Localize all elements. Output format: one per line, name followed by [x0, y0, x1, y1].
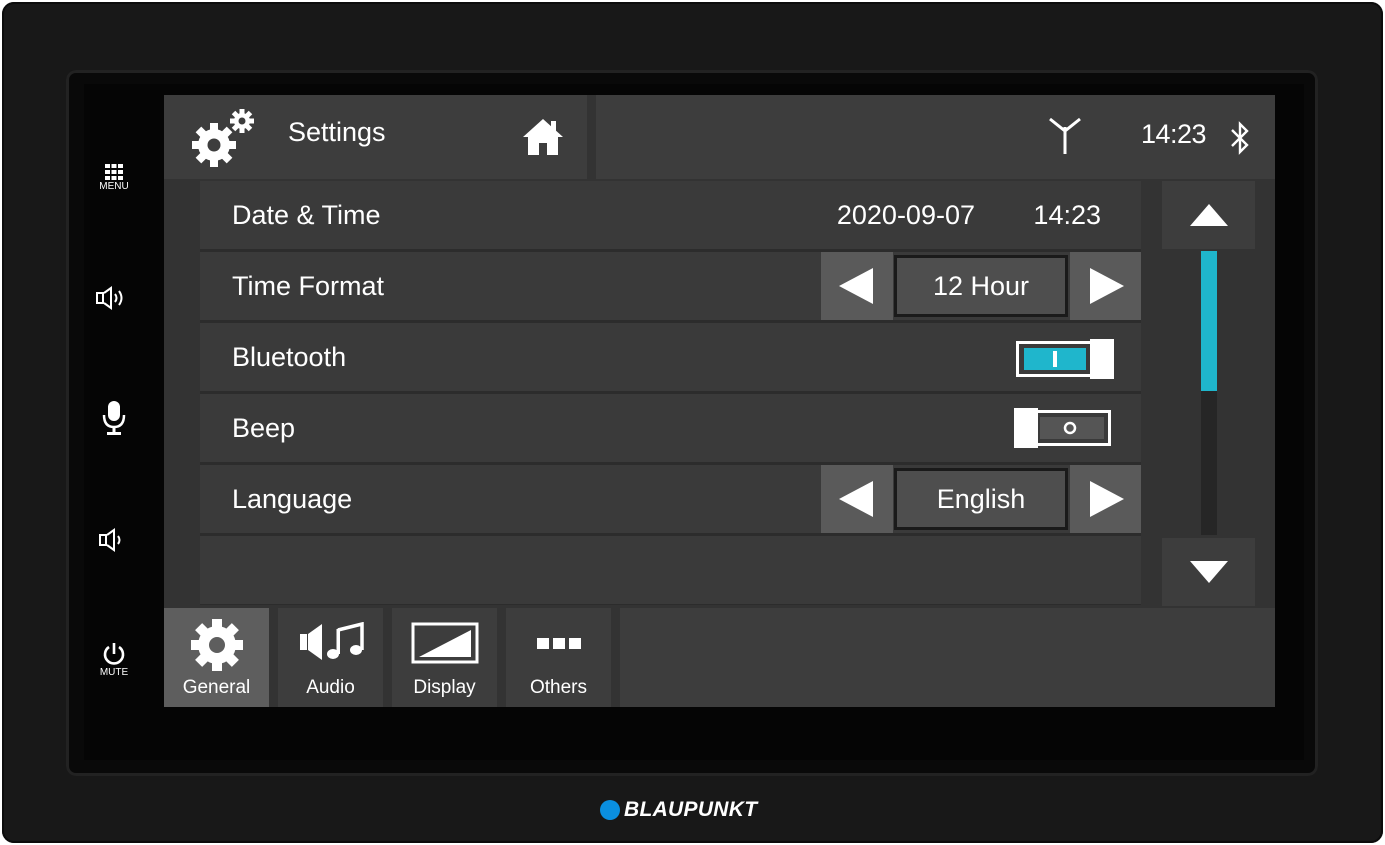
tab-others[interactable]: Others: [506, 608, 611, 707]
scrollbar-thumb[interactable]: [1201, 251, 1217, 391]
header-title-bar: Settings: [164, 95, 587, 179]
language-prev-button[interactable]: [821, 465, 893, 533]
brand-name: BLAUPUNKT: [624, 798, 758, 821]
display-icon: [411, 622, 478, 664]
time-format-value: 12 Hour: [894, 255, 1068, 317]
power-icon: [103, 643, 125, 665]
volume-down-button[interactable]: [88, 510, 140, 570]
volume-up-button[interactable]: [88, 268, 140, 328]
microphone-icon: [102, 401, 126, 435]
grid-icon: [105, 164, 123, 180]
clock: 14:23: [1141, 119, 1207, 149]
tab-audio-label: Audio: [306, 677, 355, 698]
head-unit-screen: Settings 14:23 Date & Time 2020-09-07 14…: [164, 95, 1275, 707]
language-next-button[interactable]: [1070, 465, 1141, 533]
brand-logo: BLAUPUNKT: [600, 798, 757, 822]
settings-gears-icon: [192, 109, 254, 167]
triangle-left-icon: [839, 481, 873, 517]
bluetooth-label: Bluetooth: [232, 341, 347, 372]
antenna-icon: [1049, 117, 1081, 154]
gear-icon: [190, 619, 243, 671]
mute-button[interactable]: MUTE: [88, 630, 140, 690]
time-format-next-button[interactable]: [1070, 252, 1141, 320]
tab-audio[interactable]: Audio: [278, 608, 383, 707]
date-time-label: Date & Time: [232, 199, 381, 230]
triangle-down-icon: [1189, 561, 1228, 583]
voice-button[interactable]: [88, 388, 140, 448]
menu-button[interactable]: MENU: [88, 148, 140, 208]
settings-list: Date & Time 2020-09-07 14:23 Time Format…: [200, 181, 1141, 605]
menu-label: MENU: [99, 181, 129, 192]
row-time-format: Time Format 12 Hour: [200, 252, 1141, 320]
row-date-time[interactable]: Date & Time 2020-09-07 14:23: [200, 181, 1141, 249]
triangle-up-icon: [1189, 204, 1228, 226]
tab-display[interactable]: Display: [392, 608, 497, 707]
time-value: 14:23: [1033, 199, 1101, 230]
brand-dot-icon: [600, 800, 620, 820]
triangle-left-icon: [839, 268, 873, 304]
volume-down-icon: [99, 528, 121, 552]
status-bar: 14:23: [596, 95, 1275, 179]
scroll-down-button[interactable]: [1162, 538, 1255, 606]
language-label: Language: [232, 483, 353, 514]
home-icon[interactable]: [522, 117, 564, 157]
time-format-label: Time Format: [232, 270, 385, 301]
triangle-right-icon: [1089, 268, 1124, 304]
volume-up-icon: [96, 286, 123, 310]
speaker-music-icon: [299, 622, 364, 660]
tab-general[interactable]: General: [164, 608, 269, 707]
row-language: Language English: [200, 465, 1141, 533]
dots-icon: [536, 638, 581, 649]
mute-label: MUTE: [99, 667, 129, 678]
bluetooth-icon: [1231, 121, 1249, 155]
beep-toggle[interactable]: [1014, 408, 1112, 448]
row-beep: Beep: [200, 394, 1141, 462]
date-value: 2020-09-07: [836, 199, 975, 230]
scroll-up-button[interactable]: [1162, 181, 1255, 249]
language-value: English: [894, 468, 1068, 530]
triangle-right-icon: [1089, 481, 1124, 517]
tab-general-label: General: [182, 677, 251, 698]
time-format-prev-button[interactable]: [821, 252, 893, 320]
tab-display-label: Display: [413, 677, 476, 698]
tab-others-label: Others: [529, 677, 588, 698]
beep-label: Beep: [232, 412, 296, 443]
row-empty: [200, 536, 1141, 604]
tab-bar-filler: [620, 608, 1275, 707]
row-bluetooth: Bluetooth: [200, 323, 1141, 391]
page-title: Settings: [288, 117, 386, 147]
bluetooth-toggle[interactable]: [1016, 339, 1114, 379]
